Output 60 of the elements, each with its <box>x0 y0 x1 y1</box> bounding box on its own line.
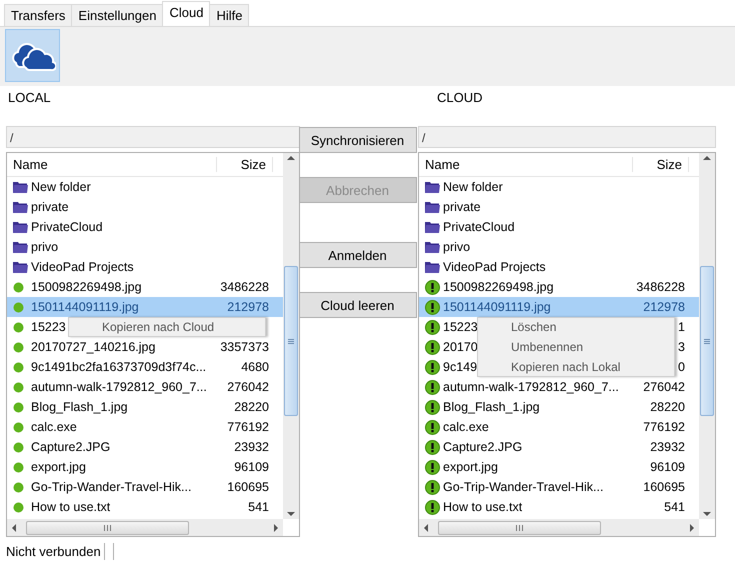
file-size: 1 <box>678 320 685 334</box>
file-name: VideoPad Projects <box>31 260 134 274</box>
section-label: LOCAL <box>8 90 52 107</box>
file-name: 1501144091119.jpg <box>443 300 551 314</box>
file-size: 28220 <box>234 400 269 414</box>
file-name: 20170727_140216.jpg <box>31 340 156 354</box>
section-label: CLOUD <box>437 90 484 107</box>
status-text: Nicht verbunden <box>6 544 102 558</box>
file-size: 276042 <box>643 380 685 394</box>
file-name: privo <box>31 240 58 254</box>
file-size: 23932 <box>650 440 685 454</box>
file-name: Go-Trip-Wander-Travel-Hik... <box>443 480 604 494</box>
file-name: export.jpg <box>443 460 498 474</box>
file-name: 9c1491bc2fa16373709d3f74c... <box>31 360 206 374</box>
file-size: 96109 <box>234 460 269 474</box>
file-size: 3486228 <box>636 280 685 294</box>
file-name: PrivateCloud <box>443 220 515 234</box>
file-name: 1501144091119.jpg <box>31 300 139 314</box>
file-name: privo <box>443 240 470 254</box>
file-size: 28220 <box>650 400 685 414</box>
file-name: How to use.txt <box>31 500 110 514</box>
file-size: 160695 <box>227 480 269 494</box>
file-name: 15223 <box>31 320 66 334</box>
file-name: calc.exe <box>443 420 489 434</box>
file-size: 276042 <box>227 380 269 394</box>
file-name: Capture2.JPG <box>443 440 522 454</box>
file-size: 3486228 <box>220 280 269 294</box>
file-name: Capture2.JPG <box>31 440 110 454</box>
file-name: private <box>443 200 481 214</box>
file-name: calc.exe <box>31 420 77 434</box>
file-size: 23932 <box>234 440 269 454</box>
file-name: private <box>31 200 69 214</box>
file-name: Go-Trip-Wander-Travel-Hik... <box>31 480 192 494</box>
file-size: 3357373 <box>220 340 269 354</box>
file-size: 3 <box>678 340 685 354</box>
file-name: PrivateCloud <box>31 220 103 234</box>
file-size: 541 <box>664 500 685 514</box>
file-size: 4680 <box>241 360 269 374</box>
file-size: 96109 <box>650 460 685 474</box>
file-size: 776192 <box>643 420 685 434</box>
file-name: Blog_Flash_1.jpg <box>443 400 540 414</box>
file-name: 15223 <box>443 320 478 334</box>
file-name: 1500982269498.jpg <box>31 280 142 294</box>
file-name: autumn-walk-1792812_960_7... <box>443 380 619 394</box>
file-name: autumn-walk-1792812_960_7... <box>31 380 207 394</box>
file-name: 1500982269498.jpg <box>443 280 554 294</box>
file-name: 20170 <box>443 340 478 354</box>
file-size: 212978 <box>227 300 269 314</box>
file-name: New folder <box>31 180 91 194</box>
file-name: New folder <box>443 180 503 194</box>
file-size: 776192 <box>227 420 269 434</box>
file-size: 541 <box>248 500 269 514</box>
file-name: export.jpg <box>31 460 86 474</box>
file-size: 160695 <box>643 480 685 494</box>
file-name: Blog_Flash_1.jpg <box>31 400 128 414</box>
file-name: How to use.txt <box>443 500 522 514</box>
file-size: 0 <box>678 360 685 374</box>
file-name: VideoPad Projects <box>443 260 546 274</box>
file-size: 212978 <box>643 300 685 314</box>
file-name: 9c149 <box>443 360 478 374</box>
